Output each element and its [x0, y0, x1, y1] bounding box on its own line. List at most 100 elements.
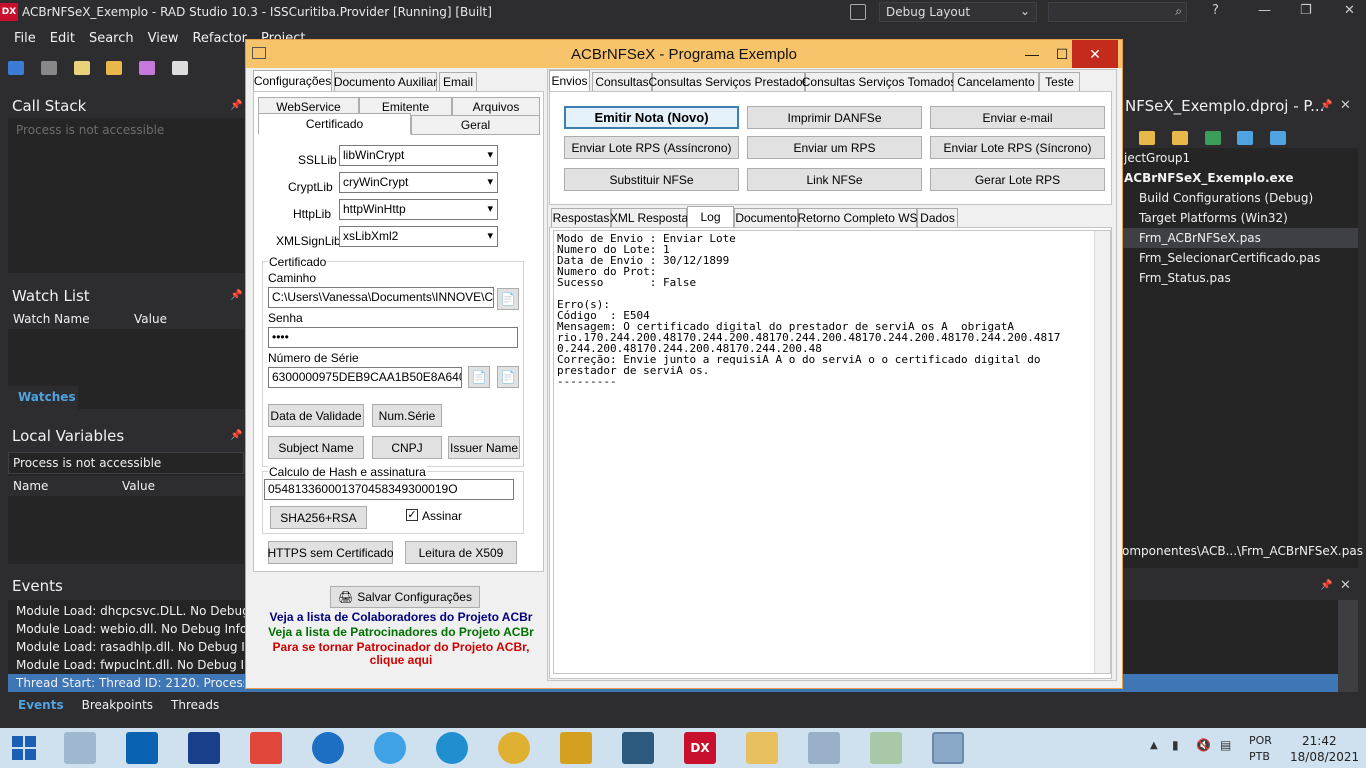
tree-item[interactable]: Frm_ACBrNFSeX.pas [1139, 231, 1261, 245]
pin-icon[interactable]: 📌 [1320, 100, 1332, 111]
tree-item[interactable]: jectGroup1 [1124, 151, 1190, 165]
start-icon[interactable] [12, 736, 36, 760]
num-serie-button[interactable]: Num.Série [372, 404, 442, 427]
tab-consultas[interactable]: Consultas [592, 72, 652, 92]
sync-icon[interactable] [1204, 131, 1221, 145]
ide-search-input[interactable]: ⌕ [1048, 2, 1187, 22]
https-sem-certificado-button[interactable]: HTTPS sem Certificado [267, 541, 394, 564]
browse-file-icon[interactable]: 📄 [497, 288, 519, 310]
menu-edit[interactable]: Edit [50, 31, 75, 46]
chrome-icon[interactable] [498, 732, 530, 764]
tab-threads[interactable]: Threads [171, 698, 219, 712]
tab-dados[interactable]: Dados [917, 208, 958, 228]
close-icon[interactable]: ✕ [1340, 578, 1351, 593]
tab-geral[interactable]: Geral [411, 115, 540, 135]
menu-view[interactable]: View [148, 31, 179, 46]
tab-consultas-prestados[interactable]: Consultas Serviços Prestados [648, 72, 809, 92]
volume-icon[interactable]: 🔇 [1196, 738, 1211, 752]
pin-icon[interactable]: 📌 [1320, 580, 1332, 591]
tree-item[interactable]: Frm_SelecionarCertificado.pas [1139, 251, 1320, 265]
close-icon[interactable]: ✕ [1340, 98, 1351, 113]
new-icon[interactable] [73, 61, 90, 75]
tools-icon[interactable] [560, 732, 592, 764]
back-icon[interactable] [8, 61, 24, 75]
numserie-input[interactable]: 6300000975DEB9CAA1B50E8A6400000 [268, 367, 462, 388]
colaboradores-link[interactable]: Veja a lista de Colaboradores do Projeto… [246, 610, 556, 624]
explorer-icon[interactable] [746, 732, 778, 764]
minimize-icon[interactable]: — [1258, 3, 1271, 18]
emitir-nota-button[interactable]: Emitir Nota (Novo) [564, 106, 739, 129]
data-validade-button[interactable]: Data de Validade [268, 404, 364, 427]
pin-icon[interactable]: 📌 [230, 100, 242, 111]
tab-documento-auxiliar[interactable]: Documento Auxiliar [334, 72, 437, 92]
teamviewer-icon[interactable] [312, 732, 344, 764]
clock-date[interactable]: 18/08/2021 [1290, 750, 1359, 764]
assinar-checkbox[interactable]: ✓ [406, 509, 418, 521]
active-app-icon[interactable] [932, 732, 964, 764]
watch-name-column[interactable]: Watch Name [13, 312, 90, 326]
enviar-lote-sincrono-button[interactable]: Enviar Lote RPS (Síncrono) [930, 136, 1105, 159]
forward-icon[interactable] [40, 61, 57, 75]
link-nfse-button[interactable]: Link NFSe [747, 168, 922, 191]
save-all-icon[interactable] [172, 61, 189, 75]
tab-cancelamento[interactable]: Cancelamento [953, 72, 1039, 92]
cryptlib-select[interactable]: cryWinCrypt [339, 172, 498, 193]
anydesk-icon[interactable] [250, 732, 282, 764]
enviar-um-rps-button[interactable]: Enviar um RPS [747, 136, 922, 159]
close-icon[interactable]: ✕ [1072, 40, 1118, 68]
save-icon[interactable] [139, 61, 156, 75]
tornar-patrocinador-link[interactable]: Para se tornar Patrocinador do Projeto A… [246, 640, 556, 654]
tree-item[interactable]: Frm_Status.pas [1139, 271, 1231, 285]
local-value-column[interactable]: Value [122, 479, 155, 493]
clock-time[interactable]: 21:42 [1302, 734, 1337, 748]
tab-xml-resposta[interactable]: XML Resposta [610, 208, 688, 228]
tab-configuracoes[interactable]: Configurações [253, 70, 332, 92]
tab-email[interactable]: Email [439, 72, 477, 92]
cnpj-button[interactable]: CNPJ [372, 436, 442, 459]
app-icon[interactable] [870, 732, 902, 764]
watch-value-column[interactable]: Value [134, 312, 167, 326]
tab-breakpoints[interactable]: Breakpoints [82, 698, 153, 712]
events-scrollbar[interactable] [1338, 600, 1358, 692]
gerar-lote-rps-button[interactable]: Gerar Lote RPS [930, 168, 1105, 191]
menu-file[interactable]: File [14, 31, 36, 46]
patrocinadores-link[interactable]: Veja a lista de Patrocinadores do Projet… [246, 625, 556, 639]
caminho-input[interactable]: C:\Users\Vanessa\Documents\INNOVE\Client… [268, 287, 494, 308]
tab-teste[interactable]: Teste [1039, 72, 1080, 92]
tab-watches[interactable]: Watches [8, 386, 78, 409]
sort-icon[interactable] [1270, 131, 1287, 145]
imprimir-danfse-button[interactable]: Imprimir DANFSe [747, 106, 922, 129]
tab-consultas-tomados[interactable]: Consultas Serviços Tomados [802, 72, 956, 92]
rad-studio-taskbar-icon[interactable]: DX [684, 732, 716, 764]
leitura-x509-button[interactable]: Leitura de X509 [405, 541, 517, 564]
sha256-rsa-button[interactable]: SHA256+RSA [270, 506, 367, 529]
tab-envios[interactable]: Envios [549, 70, 590, 92]
mysql-icon[interactable] [622, 732, 654, 764]
senha-input[interactable]: •••• [268, 327, 518, 348]
app-icon[interactable] [188, 732, 220, 764]
select-cert-icon[interactable]: 📄 [468, 366, 490, 388]
menu-search[interactable]: Search [89, 31, 134, 46]
httplib-select[interactable]: httpWinHttp [339, 199, 498, 220]
select-cert-store-icon[interactable]: 📄 [497, 366, 519, 388]
battery-icon[interactable]: ▮ [1172, 738, 1179, 752]
tree-item[interactable]: ACBrNFSeX_Exemplo.exe [1124, 171, 1294, 185]
enviar-email-button[interactable]: Enviar e-mail [930, 106, 1105, 129]
tab-certificado[interactable]: Certificado [258, 113, 411, 135]
log-scrollbar[interactable] [1094, 231, 1110, 673]
pin-icon[interactable]: 📌 [230, 430, 242, 441]
tab-log[interactable]: Log [687, 206, 734, 228]
filter-icon[interactable] [1237, 131, 1254, 145]
open-icon[interactable] [106, 61, 123, 75]
layout-icon[interactable] [850, 4, 866, 20]
menu-refactor[interactable]: Refactor [192, 31, 247, 46]
help-icon[interactable]: ? [1212, 3, 1219, 18]
xmlsignlib-select[interactable]: xsLibXml2 [339, 226, 498, 247]
outlook-icon[interactable] [126, 732, 158, 764]
subject-name-button[interactable]: Subject Name [268, 436, 364, 459]
taskview-icon[interactable] [64, 732, 96, 764]
ssllib-select[interactable]: libWinCrypt [339, 145, 498, 166]
tab-events[interactable]: Events [18, 698, 64, 712]
local-name-column[interactable]: Name [13, 479, 48, 493]
lang-secondary[interactable]: PTB [1249, 750, 1270, 763]
